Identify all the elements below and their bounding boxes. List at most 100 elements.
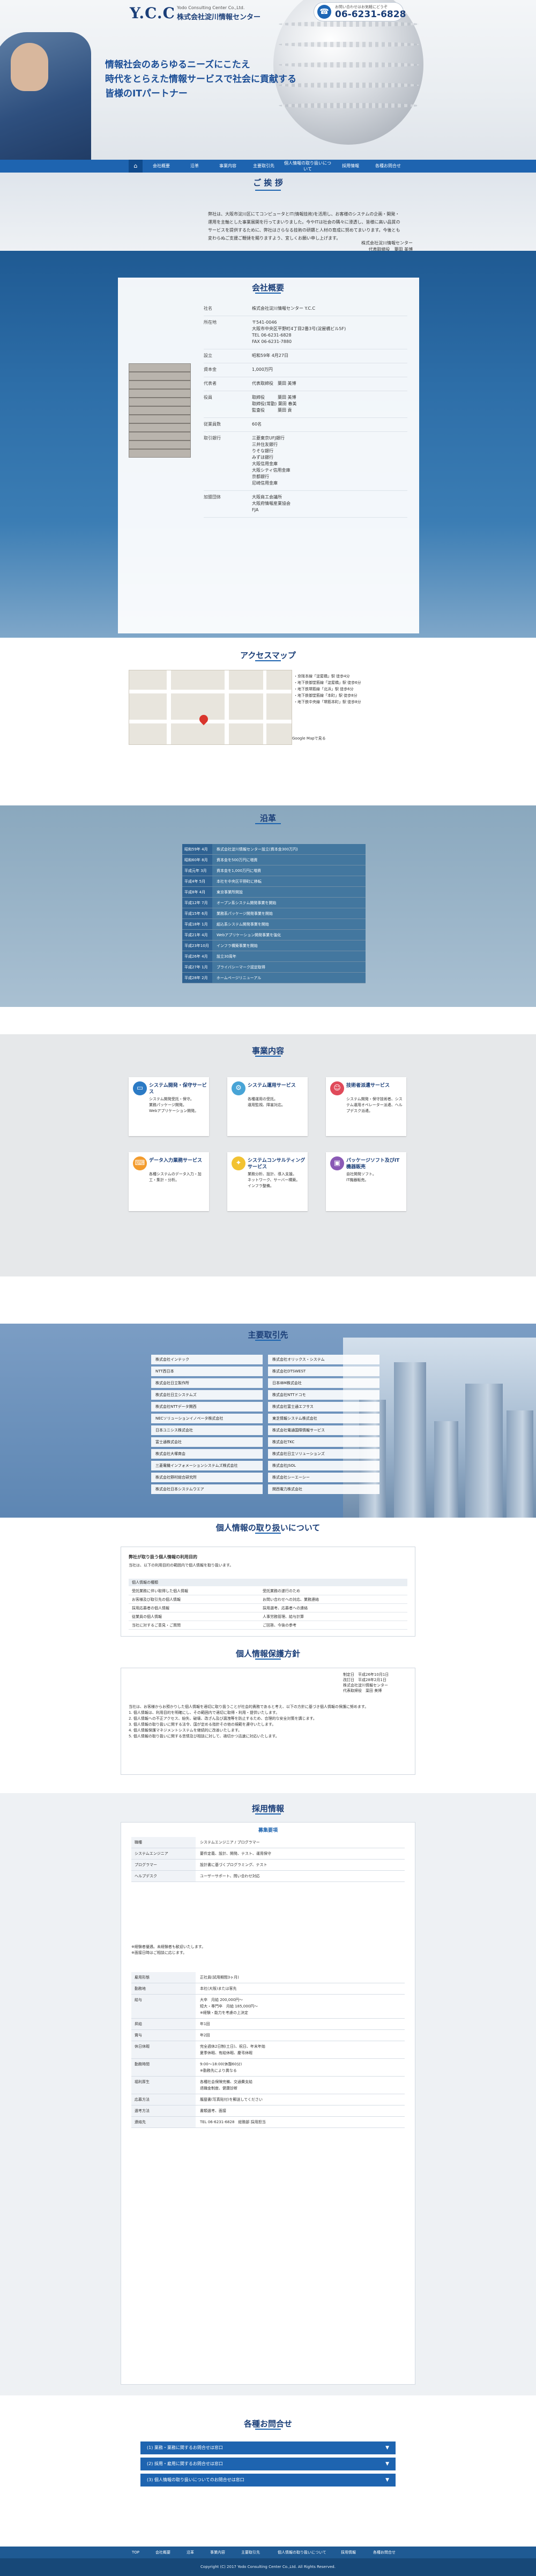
tel-number[interactable]: 06-6231-6828 <box>335 9 406 20</box>
overview-row-label: 役員 <box>204 395 212 400</box>
contact-button-label: (1) 業務・業務に関するお問合せは窓口 <box>147 2445 223 2450</box>
contact-button-recruit[interactable]: (2) 採用・雇用に関するお問合せは窓口 ▼ <box>140 2458 396 2470</box>
nav-item-recruit[interactable]: 採用情報 <box>333 160 368 173</box>
recruit-row-label: 福利厚生 <box>131 2077 196 2094</box>
recruit-row-value: 年1回 <box>200 2022 210 2026</box>
business-card[interactable]: ⚙ システム運用サービス 各種運用の受託。 運用監視、障害対応。 <box>227 1077 308 1136</box>
direction-line: ・京阪本線「淀屋橋」駅 徒歩4分 <box>294 674 350 678</box>
history-event: 設立30周年 <box>212 951 366 961</box>
recruit-row-value: 年2回 <box>200 2033 210 2037</box>
business-card[interactable]: ▣ パッケージソフト及びIT機器販売 自社開発ソフト。 IT機器販売。 <box>326 1152 406 1211</box>
nav-item-overview[interactable]: 会社概要 <box>145 160 178 173</box>
business-card-body: 各種運用の受託。 運用監視、障害対応。 <box>248 1097 285 1107</box>
footer-nav-link[interactable]: 個人情報の取り扱いについて <box>278 2547 326 2558</box>
nav-item-contact[interactable]: 各種お問合せ <box>369 160 407 173</box>
privacy-row: 受託業務に伴い取得した個人情報 受託業務の遂行のため <box>129 1587 407 1595</box>
recruit-row-value: 9:00〜18:00(休憩60分) ※勤務先により異なる <box>200 2062 242 2073</box>
greeting-title: ご 挨 拶 <box>253 178 283 188</box>
nav-item-privacy[interactable]: 個人情報の取り扱いについて <box>283 160 332 173</box>
recruit-row-label: 休日休暇 <box>131 2041 196 2058</box>
business-card[interactable]: ✦ システムコンサルティングサービス 業務分析、設計、導入支援。 ネットワーク、サー… <box>227 1152 308 1211</box>
overview-row-divider <box>204 417 407 418</box>
footer-nav-link[interactable]: 各種お問合せ <box>373 2547 396 2558</box>
recruit-row-value: 書類選考、面接 <box>200 2109 226 2113</box>
map-road <box>129 690 292 693</box>
gear-icon: ⚙ <box>232 1081 245 1095</box>
recruit-row-value: システムエンジニア / プログラマー <box>200 1840 260 1845</box>
business-card[interactable]: ⌨ データ入力業務サービス 各種システムのデータ入力・加工・集計・分析。 <box>129 1152 209 1211</box>
home-icon: ⌂ <box>133 162 138 169</box>
title-underline <box>255 1056 281 1057</box>
access-directions: ・京阪本線「淀屋橋」駅 徒歩4分 ・地下鉄御堂筋線「淀屋橋」駅 徒歩6分 ・地下… <box>294 673 417 705</box>
recruit-row-label: ヘルプデスク <box>131 1871 196 1881</box>
footer-nav-link[interactable]: 沿革 <box>187 2547 194 2558</box>
recruit-row-value: ユーザーサポート、問い合わせ対応 <box>200 1874 260 1878</box>
business-card-body: システム開発・保守技術者、システム運用オペレーター派遣、ヘルプデスク派遣。 <box>346 1097 403 1113</box>
privacy-row-type: 採用応募者の個人情報 <box>132 1606 169 1610</box>
recruit-row-value: 大卒 月給 200,000円〜 短大・専門卒 月給 185,000円〜 ※経験・… <box>200 1998 258 2015</box>
nav-home-button[interactable]: ⌂ <box>129 160 143 173</box>
recruit-row-label: 賞与 <box>131 2030 196 2041</box>
direction-line: ・地下鉄堺筋線「北浜」駅 徒歩6分 <box>294 687 354 691</box>
privacy-title: 個人情報の取り扱いについて <box>215 1523 321 1533</box>
business-card-body: 業務分析、設計、導入支援。 ネットワーク、サーバー構築。 インフラ整備。 <box>248 1172 300 1188</box>
client-name: 三菱電機インフォメーションシステムズ株式会社 <box>151 1461 263 1470</box>
people-icon: ☺ <box>330 1081 344 1095</box>
copyright: Copyright (C) 2017 Yodo Consulting Cente… <box>200 2565 336 2569</box>
nav-item-business[interactable]: 事業内容 <box>211 160 244 173</box>
history-row: 昭和60年 8月 資本金を500万円に増資 <box>182 855 366 865</box>
recruit-row: 職種 システムエンジニア / プログラマー <box>131 1837 405 1848</box>
privacy-intro: 当社は、以下の利用目的の範囲内で個人情報を取り扱います。 <box>129 1563 234 1567</box>
recruit-subtitle: 募集要項 <box>258 1828 278 1833</box>
privacy-row: 採用応募者の個人情報 採用選考、応募者への連絡 <box>129 1604 407 1612</box>
footer-nav-link[interactable]: TOP <box>132 2547 139 2558</box>
history-date: 平成元年 3月 <box>182 865 212 876</box>
recruit-row-value: 本社(大阪)または客先 <box>200 1987 237 1991</box>
history-event: 本社を中央区平野町に移転 <box>212 876 366 886</box>
client-name: 関西電力株式会社 <box>268 1484 379 1494</box>
office-building-photo <box>129 363 191 458</box>
business-card[interactable]: ▭ システム開発・保守サービス システム開発受託・保守。 業務パッケージ開発。 We… <box>129 1077 209 1136</box>
history-event: Webアプリケーション開発事業を強化 <box>212 930 366 940</box>
client-name: 株式会社NTTドコモ <box>268 1390 379 1400</box>
history-row: 平成元年 3月 資本金を1,000万円に増資 <box>182 865 366 876</box>
direction-line: ・地下鉄中央線「堺筋本町」駅 徒歩8分 <box>294 700 361 704</box>
footer-nav-link[interactable]: 主要取引先 <box>241 2547 260 2558</box>
nav-item-history[interactable]: 沿革 <box>179 160 210 173</box>
footer-nav-link[interactable]: 採用情報 <box>341 2547 356 2558</box>
client-name: 株式会社JSOL <box>268 1461 379 1470</box>
contact-button-privacy[interactable]: (3) 個人情報の取り扱いについてのお問合せは窓口 ▼ <box>140 2474 396 2487</box>
recruit-row: プログラマー 設計書に基づくプログラミング、テスト <box>131 1860 405 1871</box>
privacy-row-purpose: ご回答、今後の参考 <box>263 1623 296 1627</box>
history-date: 昭和59年 4月 <box>182 844 212 854</box>
privacy-th-label: 個人情報の種類 <box>132 1580 158 1585</box>
footer-nav-link[interactable]: 会社概要 <box>155 2547 170 2558</box>
recruit-row-label: 給与 <box>131 1995 196 2018</box>
client-name: 株式会社オリックス・システム <box>268 1355 379 1364</box>
overview-row-label: 加盟団体 <box>204 495 221 499</box>
title-underline <box>255 1340 281 1341</box>
privacy-row-type: 受託業務に伴い取得した個人情報 <box>132 1589 188 1593</box>
google-map-link[interactable]: Google Mapで見る <box>292 736 326 741</box>
title-underline <box>255 2429 281 2430</box>
overview-row-value: 1,000万円 <box>252 367 273 372</box>
privacy-row: お客様及び取引先の個人情報 お問い合わせへの対応、業務連絡 <box>129 1596 407 1604</box>
privacy-row-type: 従業員の個人情報 <box>132 1615 162 1619</box>
history-row: 平成27年 1月 プライバシーマーク認定取得 <box>182 962 366 973</box>
map-road <box>129 720 292 723</box>
chevron-down-icon: ▼ <box>385 2445 389 2451</box>
overview-row-label: 設立 <box>204 353 212 358</box>
business-card[interactable]: ☺ 技術者派遣サービス システム開発・保守技術者、システム運用オペレーター派遣、ヘル… <box>326 1077 406 1136</box>
history-row: 昭和59年 4月 株式会社淀川情報センター設立(資本金300万円) <box>182 844 366 855</box>
box-icon: ▣ <box>330 1156 344 1170</box>
history-event: プライバシーマーク認定取得 <box>212 962 366 972</box>
privacy-row-purpose: 人事労務管理、給与計算 <box>263 1615 304 1619</box>
footer-nav-link[interactable]: 事業内容 <box>210 2547 225 2558</box>
access-map[interactable] <box>129 670 292 745</box>
map-road <box>167 670 171 744</box>
title-underline <box>255 293 281 294</box>
logo[interactable]: Y.C.C <box>130 4 175 22</box>
nav-item-clients[interactable]: 主要取引先 <box>245 160 282 173</box>
contact-button-business[interactable]: (1) 業務・業務に関するお問合せは窓口 ▼ <box>140 2441 396 2454</box>
recruit-row-value: TEL 06-6231-6828 総務部 採用担当 <box>200 2120 266 2124</box>
